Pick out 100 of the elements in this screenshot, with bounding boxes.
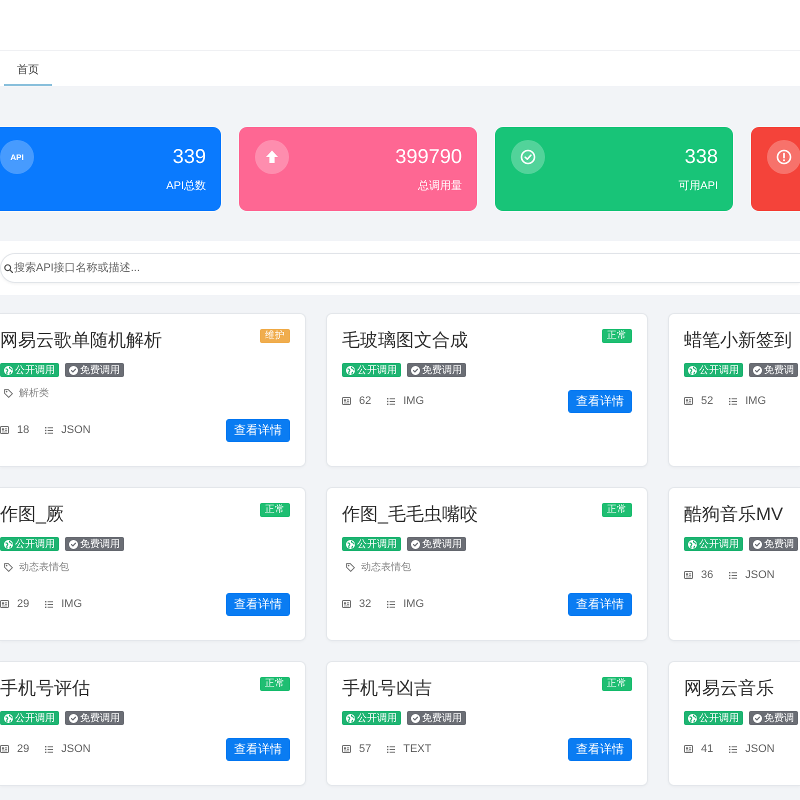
list-icon [729,572,738,578]
api-title: 网易云歌单随机解析 [0,329,162,351]
details-button[interactable]: 查看详情 [568,592,632,616]
status-badge: 正常 [260,677,290,691]
tag-label: 免费调用 [80,712,120,725]
tab[interactable]: 首页 [4,51,52,86]
id-card-icon [342,745,351,753]
details-button[interactable]: 查看详情 [226,592,290,616]
count-text: 41 [701,743,714,755]
id-card-icon [342,600,351,608]
search-field[interactable]: 搜索API接口名称或描述... [0,253,800,283]
id-card-icon [684,397,693,405]
stat-label: 总调用量 [418,179,462,193]
tag-label: 公开调用 [699,538,739,551]
format-text: JSON [745,569,775,581]
category-label: 动态表情包 [361,560,411,574]
check-circle-icon [69,366,78,374]
tag-icon [4,388,13,398]
count-text: 62 [359,395,372,407]
tag-label: 公开调用 [15,538,55,551]
list-icon [45,746,54,752]
details-button[interactable]: 查看详情 [568,390,632,412]
tag-label: 免费调 [764,364,794,377]
format-text: IMG [61,598,82,610]
count-text: 18 [17,424,30,436]
list-icon [45,600,54,608]
globe-icon [4,540,13,548]
count-text: 29 [17,743,30,755]
id-card-icon [0,600,9,608]
tag-label: 公开调用 [699,712,739,725]
details-button[interactable]: 查看详情 [226,738,290,760]
status-badge: 正常 [602,329,632,343]
category-label: 动态表情包 [19,560,69,574]
tag-label: 免费调 [764,712,794,725]
tag-label: 公开调用 [357,712,397,725]
id-card-icon [0,426,9,434]
stat-label: 可用API [678,179,718,193]
status-badge: 正常 [602,677,632,691]
check-circle-icon [753,366,762,374]
check-circle-icon [69,714,78,722]
globe-icon [688,714,697,722]
check-circle-icon [511,140,545,174]
count-text: 57 [359,743,372,755]
stat-value: 399790 [395,145,462,169]
id-card-icon [342,397,351,405]
api-logo: API [0,140,34,174]
format-text: IMG [403,598,424,610]
list-icon [387,398,396,404]
check-circle-icon [411,714,420,722]
globe-icon [346,540,355,548]
globe-icon [688,540,697,548]
id-card-icon [0,745,9,753]
api-title: 手机号凶吉 [342,677,432,699]
details-button[interactable]: 查看详情 [226,418,290,442]
api-title: 作图_厥 [0,503,64,525]
globe-icon [346,366,355,374]
check-circle-icon [753,540,762,548]
tag-label: 免费调 [764,538,794,551]
globe-icon [4,366,13,374]
tag-label: 免费调用 [422,712,462,725]
format-text: IMG [403,395,424,407]
stat-label: API总数 [166,179,206,193]
tag-label: 公开调用 [699,364,739,377]
id-card-icon [684,745,693,753]
arrow-up-icon [255,140,289,174]
globe-icon [4,714,13,722]
globe-icon [346,714,355,722]
tag-label: 免费调用 [422,364,462,377]
stat-value: 338 [684,145,718,169]
status-badge: 正常 [602,503,632,517]
exclamation-icon [767,140,800,174]
tag-icon [346,562,355,572]
tag-label: 公开调用 [357,364,397,377]
list-icon [729,746,738,752]
status-badge: 正常 [260,503,290,517]
list-icon [387,600,396,608]
count-text: 52 [701,395,714,407]
list-icon [729,398,738,404]
list-icon [387,746,396,752]
globe-icon [688,366,697,374]
check-circle-icon [69,540,78,548]
format-text: JSON [745,743,775,755]
stat-value: 339 [172,145,206,169]
category-label: 解析类 [19,386,49,400]
check-circle-icon [753,714,762,722]
tag-icon [4,562,13,572]
check-circle-icon [411,366,420,374]
format-text: IMG [745,395,766,407]
details-button[interactable]: 查看详情 [568,738,632,760]
api-title: 网易云音乐 [684,677,774,699]
api-title: 手机号评估 [0,677,90,699]
count-text: 32 [359,598,372,610]
format-text: TEXT [403,743,432,755]
count-text: 29 [17,598,30,610]
status-badge: 维护 [260,329,290,343]
tag-label: 免费调用 [422,538,462,551]
tag-label: 免费调用 [80,364,120,377]
tag-label: 免费调用 [80,538,120,551]
tag-label: 公开调用 [15,364,55,377]
format-text: JSON [61,743,91,755]
